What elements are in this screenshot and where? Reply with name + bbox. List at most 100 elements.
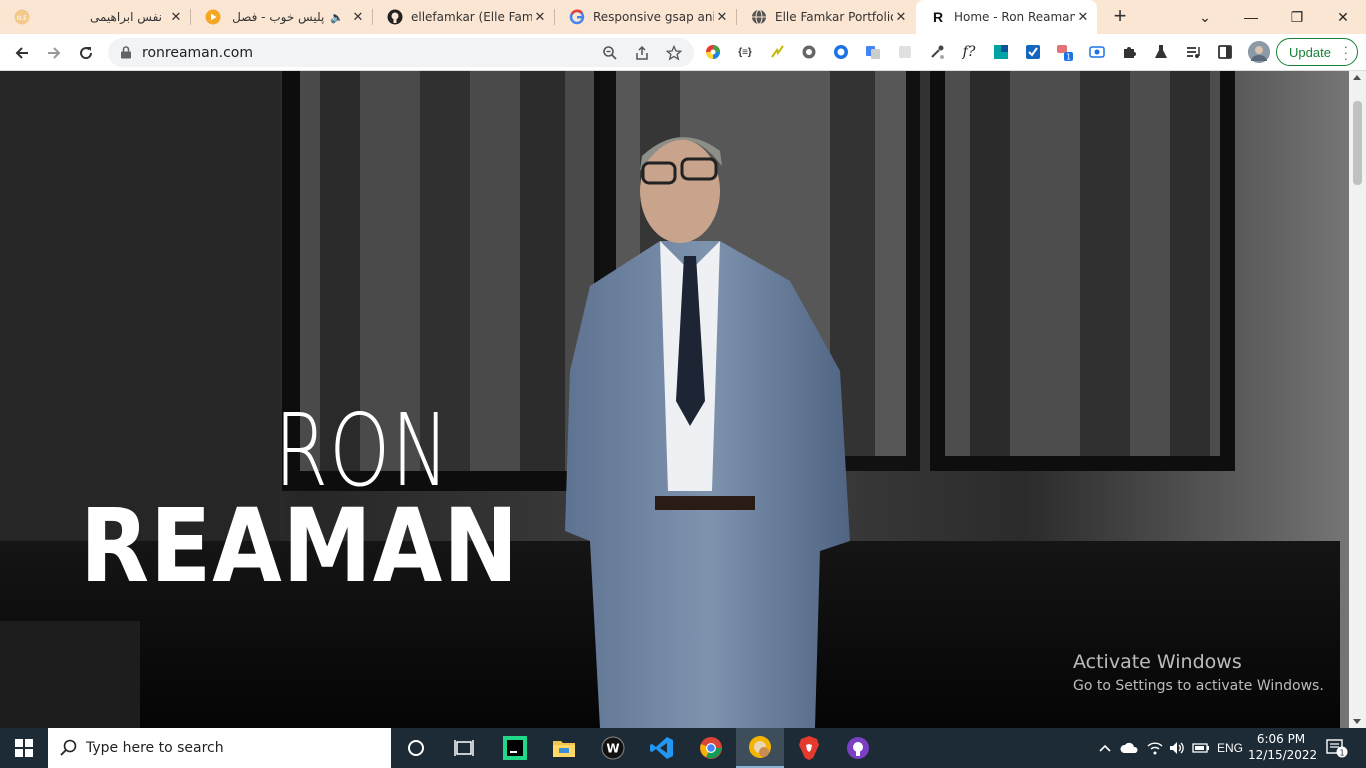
tray-overflow-icon[interactable] (1096, 728, 1114, 768)
forward-arrow-icon (48, 47, 61, 59)
share-icon[interactable] (632, 43, 652, 63)
blank-extension-icon[interactable] (896, 43, 914, 61)
lightning-extension-icon[interactable] (768, 43, 786, 61)
reload-button[interactable] (72, 39, 100, 67)
language-indicator[interactable]: ENG (1214, 728, 1246, 768)
more-menu-icon[interactable]: · · · (1344, 40, 1348, 65)
puzzle-extensions-icon[interactable] (1120, 43, 1138, 61)
tab-nafas[interactable]: N.E نفس ابراهیمی ✕ (0, 0, 190, 34)
chrome-icon[interactable] (687, 728, 735, 768)
start-button[interactable] (0, 728, 48, 768)
forward-button[interactable] (40, 39, 68, 67)
taskbar-search[interactable]: Type here to search (48, 728, 391, 768)
new-tab-button[interactable]: + (1108, 5, 1132, 29)
screen-capture-extension-icon[interactable] (1088, 43, 1106, 61)
tab-ron-reaman[interactable]: R Home - Ron Reaman | ✕ (916, 0, 1097, 34)
json-viewer-extension-icon[interactable]: {≡} (736, 43, 754, 61)
side-panel-icon[interactable] (1216, 43, 1234, 61)
checkmark-extension-icon[interactable] (1024, 43, 1042, 61)
svg-text:W: W (606, 742, 619, 756)
tab-title: Elle Famkar Portfolio | (775, 10, 893, 24)
file-explorer-icon[interactable] (540, 728, 588, 768)
media-control-icon[interactable] (1184, 43, 1202, 61)
windows-logo-icon (15, 739, 33, 757)
function-extension-icon[interactable]: f? (960, 43, 978, 61)
r-logo-icon: R (932, 9, 944, 25)
maximize-button[interactable]: ❐ (1274, 0, 1320, 34)
back-arrow-icon (15, 47, 28, 59)
tab-close-icon[interactable]: ✕ (893, 9, 909, 25)
back-button[interactable] (8, 39, 36, 67)
tab-title: پلیس خوب - فصل (232, 10, 325, 24)
tab-title: Home - Ron Reaman | (954, 10, 1075, 24)
flask-icon[interactable] (1152, 43, 1170, 61)
brave-icon[interactable] (785, 728, 833, 768)
hero-photo (0, 71, 1340, 728)
tab-title: Responsive gsap animation (593, 10, 714, 24)
activation-watermark: Activate Windows Go to Settings to activ… (1073, 651, 1324, 694)
url-text[interactable]: ronreaman.com (142, 45, 253, 61)
minimize-button[interactable]: — (1228, 0, 1274, 34)
webstorm-icon[interactable]: W (589, 728, 637, 768)
tab-github[interactable]: ellefamkar (Elle Famkar) ✕ (373, 0, 554, 34)
teal-square-extension-icon[interactable] (992, 43, 1010, 61)
hero-last-name: REAMAN (80, 487, 520, 606)
edge-extension-icon[interactable] (832, 43, 850, 61)
zoom-icon[interactable] (600, 43, 620, 63)
eyedropper-extension-icon[interactable] (928, 43, 946, 61)
nafas-logo-icon: N.E (14, 9, 30, 25)
scroll-up-icon[interactable] (1353, 75, 1361, 80)
search-placeholder: Type here to search (86, 740, 224, 756)
notification-count: 1 (1339, 749, 1344, 758)
update-label: Update (1289, 44, 1331, 60)
volume-icon[interactable] (1166, 728, 1188, 768)
browser-toolbar: ronreaman.com {≡} f? 1 Update · · · (0, 34, 1366, 71)
extension-badge: 1 (1066, 53, 1071, 62)
page-scrollbar[interactable] (1349, 71, 1366, 728)
color-picker-extension-icon[interactable] (704, 43, 722, 61)
hero-first-name: RON (274, 392, 451, 509)
address-bar[interactable]: ronreaman.com (108, 38, 694, 67)
vscode-icon[interactable] (638, 728, 686, 768)
github-desktop-icon[interactable] (834, 728, 882, 768)
settings-extension-icon[interactable] (800, 43, 818, 61)
clock-date: 12/15/2022 (1248, 748, 1318, 762)
svg-text:N.E: N.E (17, 15, 27, 22)
globe-icon (751, 9, 767, 25)
speaker-icon[interactable]: 🔈 (330, 11, 344, 24)
play-icon (205, 9, 221, 25)
system-clock[interactable]: 6:06 PM 12/15/2022 (1248, 731, 1318, 763)
tab-close-icon[interactable]: ✕ (168, 9, 184, 25)
windows-taskbar: Type here to search W ENG 6:06 PM 12/15/… (0, 728, 1366, 768)
lock-icon[interactable] (120, 46, 132, 64)
onedrive-icon[interactable] (1118, 728, 1140, 768)
chrome-profile-icon[interactable] (736, 728, 784, 768)
tab-police[interactable]: پلیس خوب - فصل 🔈 ✕ (191, 0, 372, 34)
cortana-icon[interactable] (392, 728, 440, 768)
bookmark-star-icon[interactable] (664, 43, 684, 63)
close-window-button[interactable]: ✕ (1320, 0, 1366, 34)
search-icon (60, 739, 77, 756)
reload-icon (80, 47, 93, 60)
page-viewport: RON REAMAN Activate Windows Go to Settin… (0, 71, 1366, 728)
tab-google-gsap[interactable]: Responsive gsap animation ✕ (555, 0, 736, 34)
profile-avatar[interactable] (1248, 41, 1270, 63)
tab-close-icon[interactable]: ✕ (350, 9, 366, 25)
translate-extension-icon[interactable] (864, 43, 882, 61)
tab-close-icon[interactable]: ✕ (1075, 9, 1091, 25)
scroll-down-icon[interactable] (1353, 719, 1361, 724)
notification-extension-icon[interactable]: 1 (1056, 43, 1074, 61)
pycharm-icon[interactable] (491, 728, 539, 768)
tab-close-icon[interactable]: ✕ (714, 9, 730, 25)
tab-portfolio[interactable]: Elle Famkar Portfolio | ✕ (737, 0, 915, 34)
task-view-icon[interactable] (440, 728, 488, 768)
watermark-subtitle: Go to Settings to activate Windows. (1073, 678, 1324, 694)
battery-icon[interactable] (1190, 728, 1212, 768)
wifi-icon[interactable] (1144, 728, 1166, 768)
scrollbar-thumb[interactable] (1353, 101, 1362, 185)
notification-center-icon[interactable]: 1 (1320, 728, 1354, 768)
update-button[interactable]: Update · · · (1276, 38, 1358, 66)
tab-close-icon[interactable]: ✕ (532, 9, 548, 25)
tab-title: نفس ابراهیمی (89, 10, 162, 24)
tab-search-button[interactable]: ⌄ (1182, 0, 1228, 34)
